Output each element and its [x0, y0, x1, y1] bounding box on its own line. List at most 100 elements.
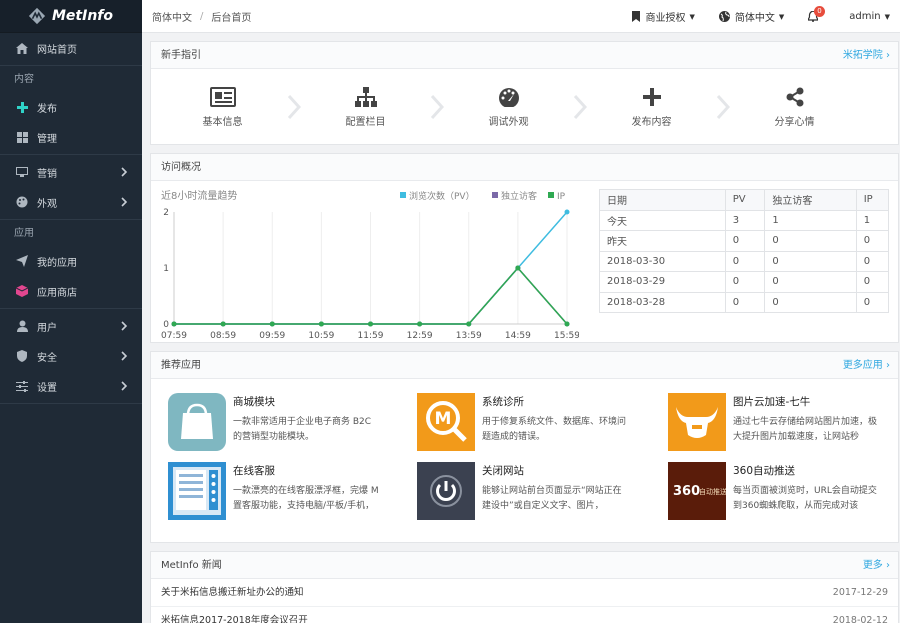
legend-swatch [400, 192, 406, 198]
table-row: 2018-03-30 0 0 0 [599, 250, 890, 272]
chevron-right-icon [121, 197, 128, 207]
app-card-online-service[interactable]: 在线客服 一款漂亮的在线客服漂浮框，完爆 M 置客服功能，支持电脑/平板/手机， [168, 462, 383, 522]
chevron-right-icon [121, 351, 128, 361]
data-point [564, 321, 570, 327]
sidebar-item-label: 发布 [37, 103, 57, 115]
more-apps-link[interactable]: 更多应用 › [843, 352, 890, 379]
column-header: 独立访客 [764, 189, 857, 211]
panel-title: MetInfo 新闻 [161, 560, 222, 571]
news-title: 米拓信息2017-2018年度会议召开 [161, 615, 308, 623]
guide-steps: 基本信息 配置栏目 调试外观 发布内容 分享心情 [151, 69, 898, 145]
app-card-system-clinic[interactable]: M 系统诊所 用于修复系统文件、数据库、环境问题造成的错误。 [417, 393, 632, 453]
sidebar-item-settings[interactable]: 设置 [0, 371, 142, 401]
plus-icon [642, 87, 661, 106]
app-name: 系统诊所 [482, 396, 524, 408]
more-news-link[interactable]: 更多 › [863, 552, 890, 579]
chat-window-icon [168, 462, 226, 520]
notifications-button[interactable]: 0 [808, 6, 825, 22]
panel-title: 推荐应用 [161, 360, 201, 371]
send-icon [16, 255, 28, 267]
app-icon-letter: M [435, 409, 452, 429]
table-cell: 1 [764, 209, 857, 231]
panel-header: 访问概况 [151, 154, 898, 181]
sidebar-item-publish[interactable]: 发布 [0, 92, 142, 122]
table-cell: 今天 [599, 209, 726, 231]
table-cell: 昨天 [599, 230, 726, 252]
app-card-close-site[interactable]: 关闭网站 能够让网站前台页面显示“网站正在建设中”或自定义文字、图片， [417, 462, 632, 522]
sidebar-item-label: 设置 [37, 382, 57, 394]
table-cell: 1 [855, 209, 890, 231]
data-point [417, 321, 423, 327]
step-share-mood[interactable]: 分享心情 [733, 87, 856, 128]
news-item[interactable]: 关于米拓信息搬迁新址办公的通知 2017-12-29 [151, 579, 898, 607]
table-row: 今天 3 1 1 [599, 209, 890, 231]
x-tick-label: 08:59 [210, 331, 236, 341]
sitemap-icon [354, 86, 377, 107]
traffic-chart-svg: 近8小时流量趋势 浏览次数（PV） 独立访客 IP 0 1 2 07:59 08:59 09:59… [161, 189, 580, 341]
sidebar-item-label: 营销 [37, 168, 57, 180]
sidebar-item-app-store[interactable]: 应用商店 [0, 276, 142, 306]
sidebar-item-manage[interactable]: 管理 [0, 122, 142, 152]
sidebar-item-security[interactable]: 安全 [0, 341, 142, 371]
license-menu[interactable]: 商业授权 ▼ [632, 9, 695, 24]
globe-icon [718, 11, 730, 22]
app-description: 一款非常适用于企业电子商务 B2C 的营销型功能模块。 [233, 417, 372, 442]
app-card-qiniu[interactable]: 图片云加速-七牛 通过七牛云存储给网站图片加速，极大提升图片加载速度，让网站秒 [668, 393, 883, 453]
guide-panel: 新手指引 米拓学院 › 基本信息 配置栏目 调试外观 发布内容 分享心情 [150, 41, 899, 145]
share-icon [786, 87, 803, 106]
news-date: 2017-12-29 [832, 587, 888, 598]
step-configure-columns[interactable]: 配置栏目 [304, 86, 427, 128]
news-panel: MetInfo 新闻 更多 › 关于米拓信息搬迁新址办公的通知 2017-12-… [150, 551, 899, 623]
x-tick-label: 11:59 [358, 331, 384, 341]
step-debug-appearance[interactable]: 调试外观 [447, 87, 570, 128]
table-cell: 0 [764, 271, 857, 293]
bull-icon [668, 393, 726, 451]
app-description: 用于修复系统文件、数据库、环境问题造成的错误。 [482, 417, 627, 442]
app-icon-text-sub: 自动推送 [699, 487, 726, 496]
panel-header: 新手指引 米拓学院 › [151, 42, 898, 69]
brand-logo[interactable]: MetInfo [0, 0, 142, 33]
academy-link[interactable]: 米拓学院 › [843, 42, 890, 69]
panel-header: 推荐应用 更多应用 › [151, 352, 898, 379]
x-tick-label: 13:59 [456, 331, 482, 341]
divider [0, 65, 142, 66]
step-label: 分享心情 [774, 116, 815, 128]
chevron-right-icon [121, 321, 128, 331]
user-menu[interactable]: admin ▼ [849, 11, 890, 22]
plus-icon [16, 101, 28, 113]
sidebar-item-marketing[interactable]: 营销 [0, 157, 142, 187]
step-publish-content[interactable]: 发布内容 [590, 87, 713, 128]
app-card-360-push[interactable]: 360 自动推送 360自动推送 每当页面被浏览时，URL会自动提交到360蜘蛛爬… [668, 462, 883, 522]
divider [0, 403, 142, 404]
x-tick-label: 15:59 [554, 331, 579, 341]
sidebar-item-appearance[interactable]: 外观 [0, 187, 142, 217]
table-cell: 0 [855, 230, 890, 252]
chart-title: 近8小时流量趋势 [161, 189, 237, 202]
app-card-mall[interactable]: 商城模块 一款非常适用于企业电子商务 B2C 的营销型功能模块。 [168, 393, 383, 453]
app-description: 每当页面被浏览时，URL会自动提交到360蜘蛛爬取，从而完成对该 [733, 486, 877, 511]
app-description: 能够让网站前台页面显示“网站正在建设中”或自定义文字、图片， [482, 486, 622, 511]
news-date: 2018-02-12 [832, 615, 888, 623]
visits-table: 日期 PV 独立访客 IP 今天 3 1 1 昨天 0 0 0 2018-03-30 0 0 0 … [599, 189, 890, 313]
breadcrumb-language[interactable]: 简体中文 [152, 9, 192, 24]
app-name: 360自动推送 [733, 465, 796, 477]
language-menu[interactable]: 简体中文 ▼ [718, 9, 784, 24]
app-name: 商城模块 [233, 396, 275, 408]
divider [0, 154, 142, 155]
data-point [515, 265, 521, 271]
sidebar-item-my-apps[interactable]: 我的应用 [0, 246, 142, 276]
column-header: PV [724, 189, 766, 211]
table-row: 2018-03-29 0 0 0 [599, 271, 890, 293]
apps-panel: 推荐应用 更多应用 › 商城模块 一款非常适用于企业电子商务 B2C 的营销型功… [150, 351, 899, 543]
sidebar-item-users[interactable]: 用户 [0, 311, 142, 341]
chevron-right-icon [121, 167, 128, 177]
app-name: 关闭网站 [482, 465, 524, 477]
top-bar: 简体中文 / 后台首页 商业授权 ▼ 简体中文 ▼ 0 admin ▼ [142, 0, 900, 33]
newspaper-icon [209, 86, 236, 107]
step-basic-info[interactable]: 基本信息 [161, 86, 284, 128]
table-cell: 0 [764, 291, 857, 313]
news-item[interactable]: 米拓信息2017-2018年度会议召开 2018-02-12 [151, 607, 898, 623]
sidebar-item-home[interactable]: 网站首页 [0, 33, 142, 63]
breadcrumb-separator: / [200, 10, 204, 22]
home-icon [16, 42, 28, 54]
